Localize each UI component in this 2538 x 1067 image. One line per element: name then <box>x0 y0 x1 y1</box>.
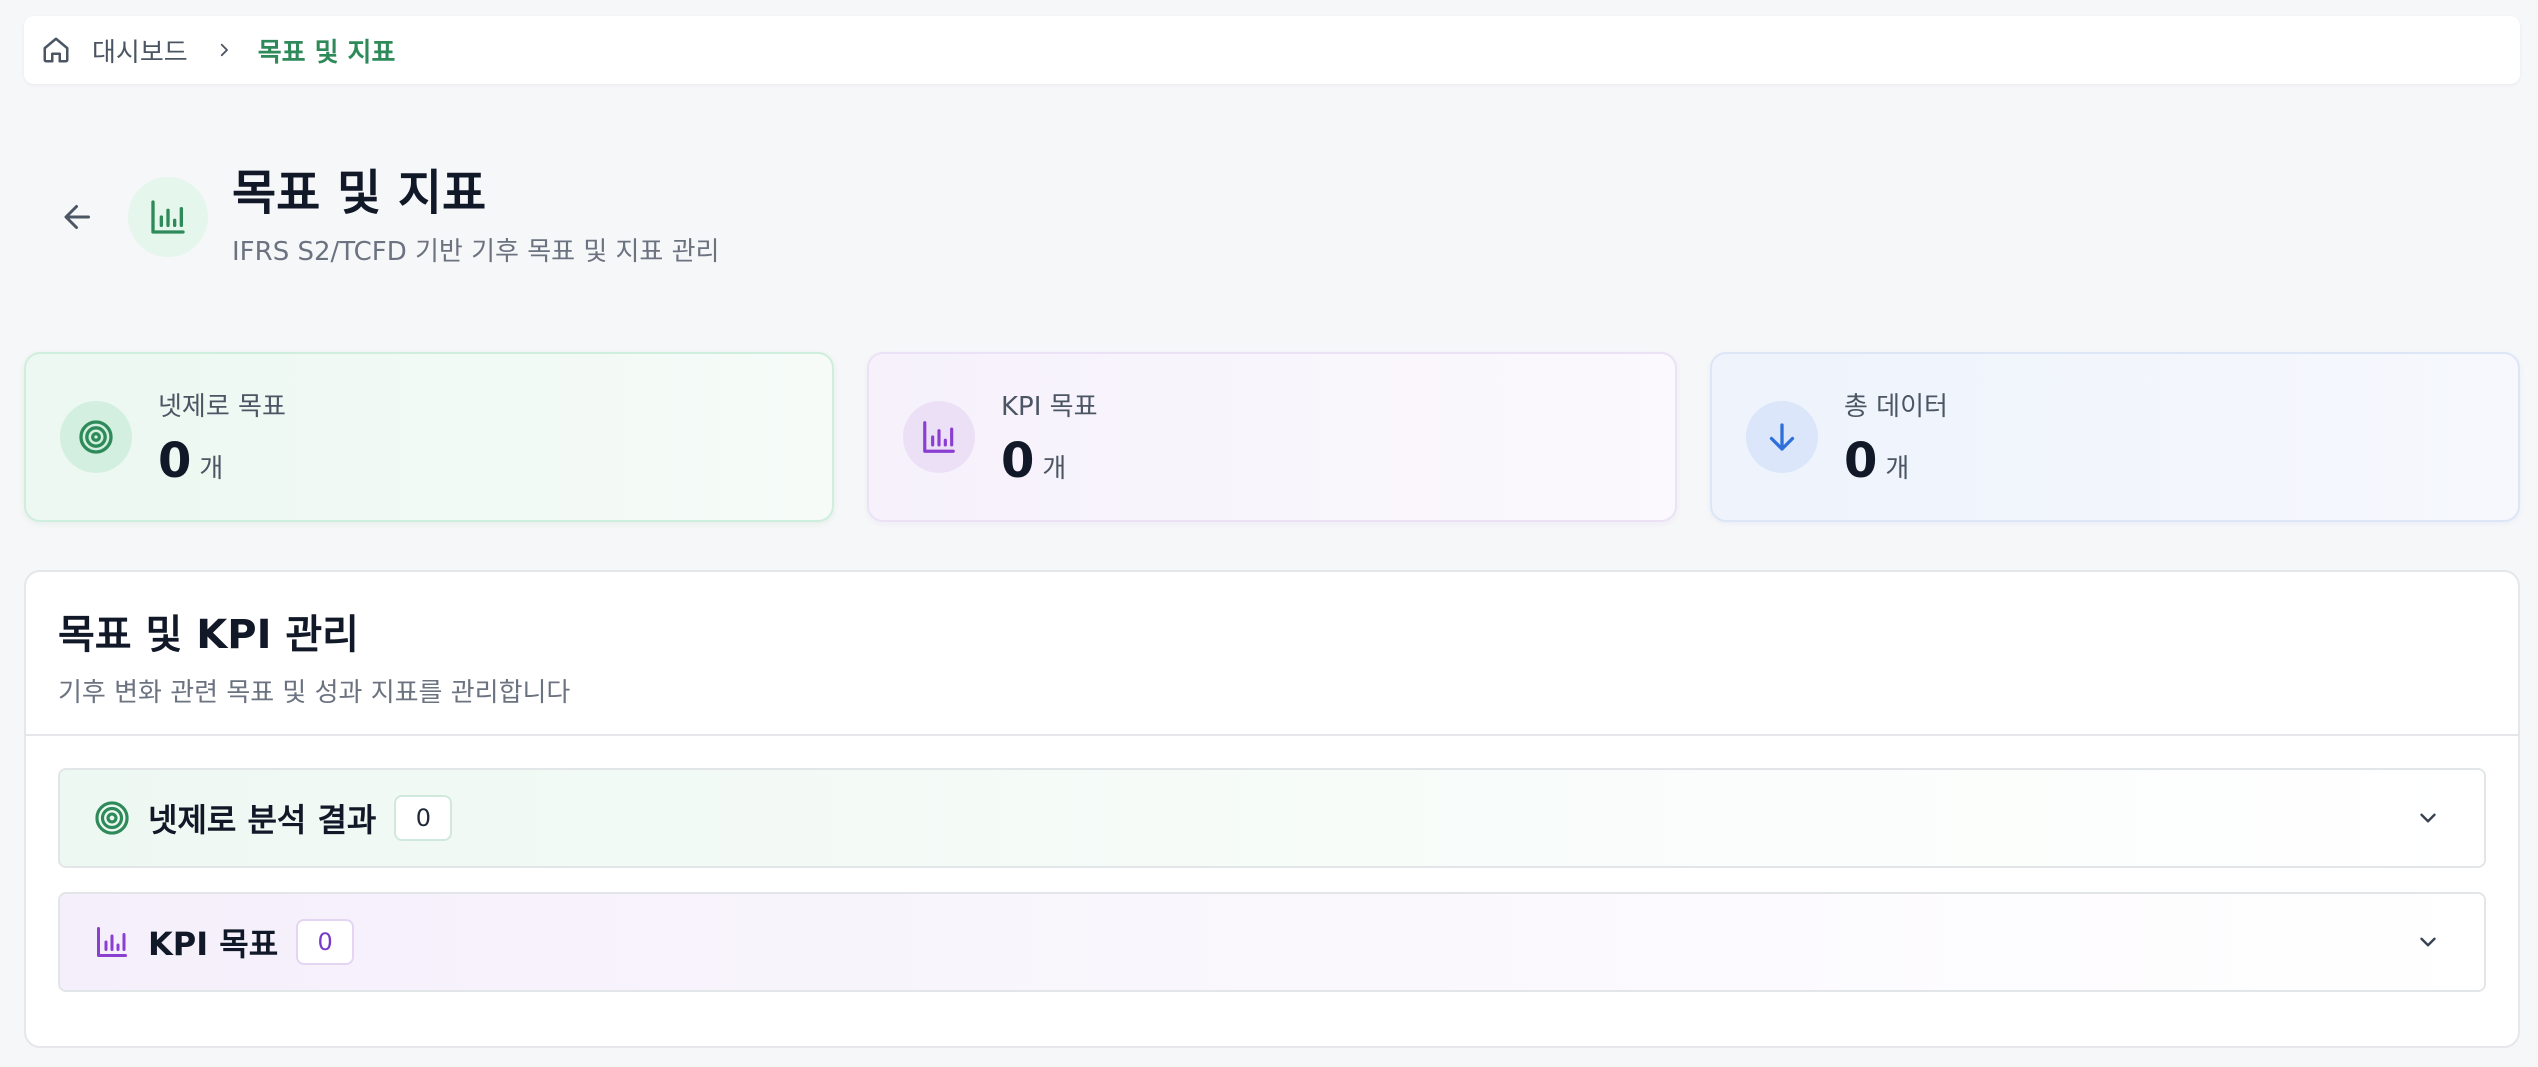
home-icon[interactable] <box>40 34 72 66</box>
panel-header: 목표 및 KPI 관리 기후 변화 관련 목표 및 성과 지표를 관리합니다 <box>26 572 2518 736</box>
bar-chart-icon <box>92 922 132 962</box>
accordion-kpi-goals[interactable]: KPI 목표 0 <box>58 892 2486 992</box>
count-badge: 0 <box>296 919 355 965</box>
stat-label: 넷제로 목표 <box>158 391 286 422</box>
accordion-label: 넷제로 분석 결과 <box>148 801 377 839</box>
stat-value: 0 <box>1844 432 1878 489</box>
breadcrumb-current: 목표 및 지표 <box>257 37 396 68</box>
bar-chart-icon <box>903 401 975 473</box>
back-arrow-icon[interactable] <box>56 195 100 239</box>
stat-card-netzero: 넷제로 목표 0 개 <box>24 352 834 522</box>
breadcrumb: 대시보드 목표 및 지표 <box>24 16 2520 84</box>
goals-kpi-panel: 목표 및 KPI 관리 기후 변화 관련 목표 및 성과 지표를 관리합니다 넷… <box>24 570 2520 1048</box>
stat-unit: 개 <box>199 453 224 484</box>
target-icon <box>92 798 132 838</box>
stat-card-total-data: 총 데이터 0 개 <box>1710 352 2520 522</box>
bar-chart-icon <box>128 177 208 257</box>
stat-unit: 개 <box>1042 453 1067 484</box>
chevron-down-icon[interactable] <box>2412 926 2444 958</box>
panel-subtitle: 기후 변화 관련 목표 및 성과 지표를 관리합니다 <box>58 678 571 708</box>
stat-value: 0 <box>158 432 192 489</box>
chevron-down-icon[interactable] <box>2412 802 2444 834</box>
arrow-down-icon <box>1746 401 1818 473</box>
page-title: 목표 및 지표 <box>232 164 487 221</box>
chevron-right-icon <box>214 40 234 60</box>
accordion-netzero-results[interactable]: 넷제로 분석 결과 0 <box>58 768 2486 868</box>
count-badge: 0 <box>394 795 453 841</box>
stat-unit: 개 <box>1885 453 1910 484</box>
target-icon <box>60 401 132 473</box>
panel-title: 목표 및 KPI 관리 <box>58 612 359 658</box>
breadcrumb-item-dashboard[interactable]: 대시보드 <box>92 32 188 69</box>
accordion-label: KPI 목표 <box>148 925 279 963</box>
stat-label: KPI 목표 <box>1001 391 1098 422</box>
page-header: 목표 및 지표 IFRS S2/TCFD 기반 기후 목표 및 지표 관리 <box>56 162 719 272</box>
page-subtitle: IFRS S2/TCFD 기반 기후 목표 및 지표 관리 <box>232 237 720 268</box>
stat-label: 총 데이터 <box>1844 391 1948 422</box>
stat-card-kpi: KPI 목표 0 개 <box>867 352 1677 522</box>
stat-value: 0 <box>1001 432 1035 489</box>
